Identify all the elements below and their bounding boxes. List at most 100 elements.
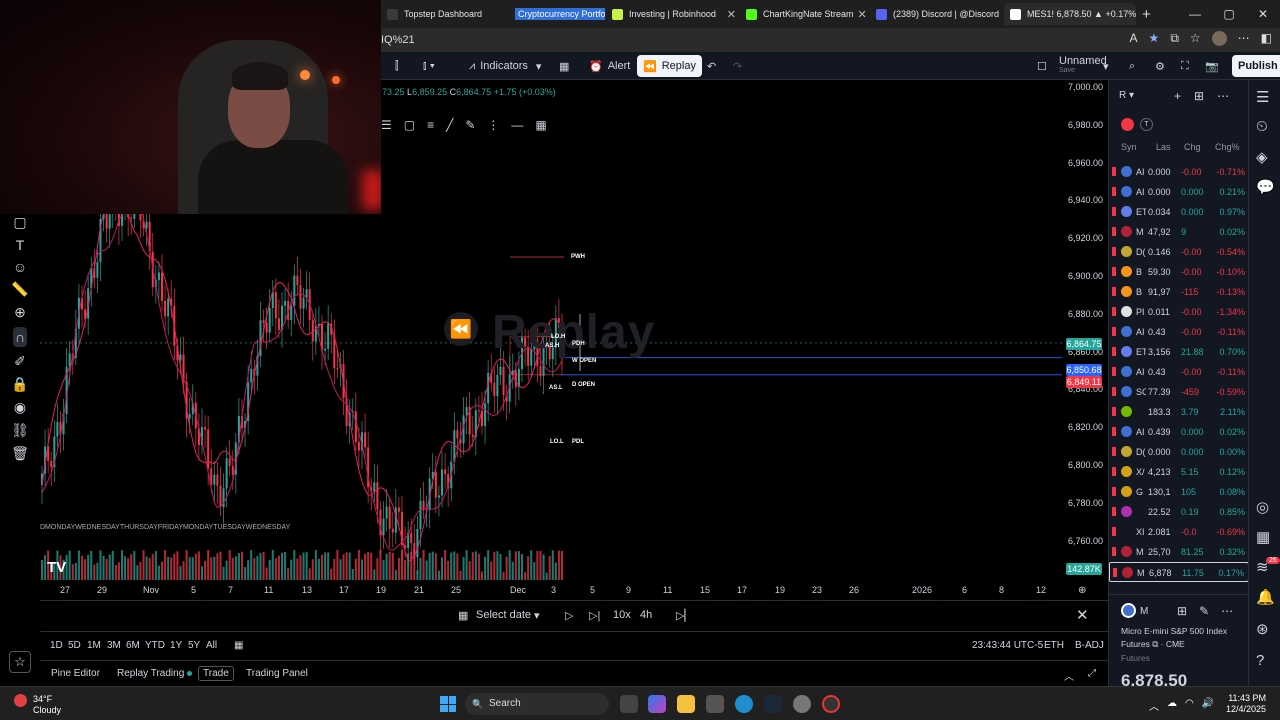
apps-grid-icon[interactable]: ⊛ — [1256, 620, 1269, 638]
store-icon[interactable] — [706, 695, 724, 713]
chevron-down-icon[interactable]: ▾ — [1103, 55, 1109, 77]
watchlist-row[interactable]: AI 0.43 -0.00 -0.11% — [1109, 322, 1249, 342]
trash-icon[interactable]: 🗑 — [11, 445, 29, 462]
calendar-icon[interactable]: ▦ — [458, 609, 468, 622]
watchlist-row[interactable]: M 6,878 11.75 0.17% — [1109, 562, 1249, 582]
close-icon[interactable]: ✕ — [999, 8, 1002, 21]
weather-widget[interactable]: 34°F Cloudy — [33, 694, 61, 716]
read-aloud-icon[interactable]: A — [1130, 31, 1138, 46]
volume-icon[interactable]: 🔊 — [1202, 698, 1214, 713]
rectangle-icon[interactable]: ▢ — [404, 118, 415, 136]
magnet-icon[interactable]: ∩ — [12, 327, 28, 347]
watchlist-row[interactable]: M 47,92 9 0.02% — [1109, 222, 1249, 242]
watchlist-row[interactable]: PI 0.011 -0.00 -1.34% — [1109, 302, 1249, 322]
emoji-tool-icon[interactable]: ☺ — [13, 259, 27, 275]
pen-icon[interactable]: ✎ — [465, 118, 475, 136]
watchlist-row[interactable]: XI 2.081 -0.0 -0.69% — [1109, 522, 1249, 542]
url-field[interactable]: IQ%21 — [381, 34, 415, 46]
text-filter-icon[interactable]: T — [1140, 118, 1153, 131]
red-flag-icon[interactable] — [1121, 118, 1134, 131]
profile-avatar[interactable] — [1211, 31, 1227, 46]
app-icon[interactable] — [822, 695, 840, 713]
more-options-icon[interactable]: ⋯ — [1217, 89, 1229, 103]
watchlist-row[interactable]: AI 0.000 -0.00 -0.71% — [1109, 162, 1249, 182]
tab-robinhood[interactable]: Investing | Robinhood ✕ — [606, 3, 742, 25]
settings-gear-icon[interactable]: ⚙ — [1155, 55, 1165, 77]
eye-icon[interactable]: ◉ — [14, 399, 26, 416]
watchlist-title[interactable]: R ▾ — [1119, 90, 1134, 101]
watchlist-row[interactable]: 22.52 0.19 0.85% — [1109, 502, 1249, 522]
candles-icon[interactable]: ⫿ — [395, 55, 399, 77]
zoom-icon[interactable]: ⊕ — [14, 304, 26, 321]
close-icon[interactable]: ✕ — [854, 8, 867, 21]
col-change-pct[interactable]: Chg% — [1215, 142, 1240, 152]
tf-5d[interactable]: 5D — [68, 640, 81, 651]
date-range-icon[interactable]: ▦ — [234, 640, 243, 651]
settings-icon[interactable] — [793, 695, 811, 713]
tab-discord[interactable]: (2389) Discord | @Discord ✕ — [870, 3, 1002, 25]
layout-name-button[interactable]: Unnamed Save — [1059, 56, 1107, 78]
target-icon[interactable]: ◎ — [1256, 498, 1269, 516]
trend-line-icon[interactable]: ╱ — [446, 118, 453, 136]
text-tool-icon[interactable]: T — [16, 237, 25, 253]
tab-trade[interactable]: Trade — [198, 666, 234, 681]
tab-pine-editor[interactable]: Pine Editor — [51, 668, 100, 679]
watchlist-row[interactable]: ET 3,156 21.88 0.70% — [1109, 342, 1249, 362]
task-view-icon[interactable] — [620, 695, 638, 713]
watchlist-row[interactable]: D(0.146 -0.00 -0.54% — [1109, 242, 1249, 262]
steam-icon[interactable] — [764, 695, 782, 713]
fullscreen-icon[interactable]: ⛶ — [1181, 55, 1189, 77]
taskbar-search[interactable]: Search — [465, 693, 609, 715]
copilot-icon[interactable] — [648, 695, 666, 713]
lock-icon[interactable]: 🔒 — [11, 376, 28, 393]
help-icon[interactable]: ? — [1256, 652, 1264, 669]
grid-view-icon[interactable]: ⊞ — [1177, 604, 1187, 618]
redo-icon[interactable]: ↷ — [733, 55, 742, 77]
speed-button[interactable]: 10x — [613, 609, 631, 621]
templates-icon[interactable]: ▦ — [559, 55, 569, 77]
new-tab-button[interactable]: + — [1142, 6, 1151, 23]
tf-1y[interactable]: 1Y — [170, 640, 182, 651]
undo-icon[interactable]: ↶ — [707, 55, 716, 77]
indicators-button[interactable]: ⩘ Indicators ▾ — [469, 55, 541, 77]
favorites-star-button[interactable]: ☆ — [9, 651, 31, 673]
watchlist-row[interactable]: AI 0.43 -0.00 -0.11% — [1109, 362, 1249, 382]
chevron-down-icon[interactable]: ▾ — [534, 609, 540, 622]
detail-symbol[interactable]: M — [1140, 606, 1148, 617]
favorite-star-icon[interactable]: ★ — [1149, 31, 1160, 46]
rectangle-tool-icon[interactable]: ▢ — [13, 214, 26, 231]
tf-6m[interactable]: 6M — [126, 640, 140, 651]
chevron-up-icon[interactable]: ︿ — [1149, 698, 1159, 713]
parallel-channel-icon[interactable]: ⋮ — [487, 118, 499, 136]
tab-trading-panel[interactable]: Trading Panel — [246, 668, 308, 679]
session-toggle[interactable]: ETH — [1044, 640, 1064, 651]
ruler-icon[interactable]: 📏 — [11, 281, 28, 298]
bell-icon[interactable]: 🔔 — [1256, 588, 1275, 606]
close-icon[interactable]: ✕ — [723, 8, 736, 21]
replay-button[interactable]: ⏪ Replay — [637, 55, 702, 77]
go-to-realtime-icon[interactable]: ⊕ — [1078, 585, 1086, 596]
tf-5y[interactable]: 5Y — [188, 640, 200, 651]
external-link-icon[interactable]: ⧉ · — [1152, 639, 1166, 649]
calendar-icon[interactable]: ▦ — [1256, 528, 1270, 546]
select-date-button[interactable]: Select date — [476, 609, 531, 621]
more-options-icon[interactable]: ⋯ — [1221, 604, 1233, 618]
layout-checkbox[interactable]: ☐ — [1037, 55, 1047, 77]
fib-icon[interactable]: ☰ — [381, 118, 392, 136]
adjustment-toggle[interactable]: B-ADJ — [1075, 640, 1104, 651]
grid-icon[interactable]: ▦ — [535, 118, 546, 136]
edit-icon[interactable]: ✎ — [1199, 604, 1209, 618]
tab-replay-trading[interactable]: Replay Trading — [117, 668, 193, 679]
watchlist-row[interactable]: X/4,213 5.15 0.12% — [1109, 462, 1249, 482]
maximize-button[interactable]: ▢ — [1212, 0, 1246, 28]
watchlist-row[interactable]: 183.3 3.79 2.11% — [1109, 402, 1249, 422]
watchlist-row[interactable]: D(0.000 0.000 0.00% — [1109, 442, 1249, 462]
weather-icon[interactable] — [14, 694, 27, 707]
alerts-clock-icon[interactable]: ⏲ — [1256, 118, 1268, 135]
sidebar-toggle-icon[interactable]: ◧ — [1261, 31, 1272, 46]
watchlist-row[interactable]: ET 0.034 0.000 0.97% — [1109, 202, 1249, 222]
close-replay-icon[interactable]: ✕ — [1076, 606, 1089, 624]
interval-button[interactable]: 4h — [640, 609, 652, 621]
tf-1d[interactable]: 1D — [50, 640, 63, 651]
taskbar-clock[interactable]: 11:43 PM 12/4/2025 — [1226, 693, 1266, 715]
